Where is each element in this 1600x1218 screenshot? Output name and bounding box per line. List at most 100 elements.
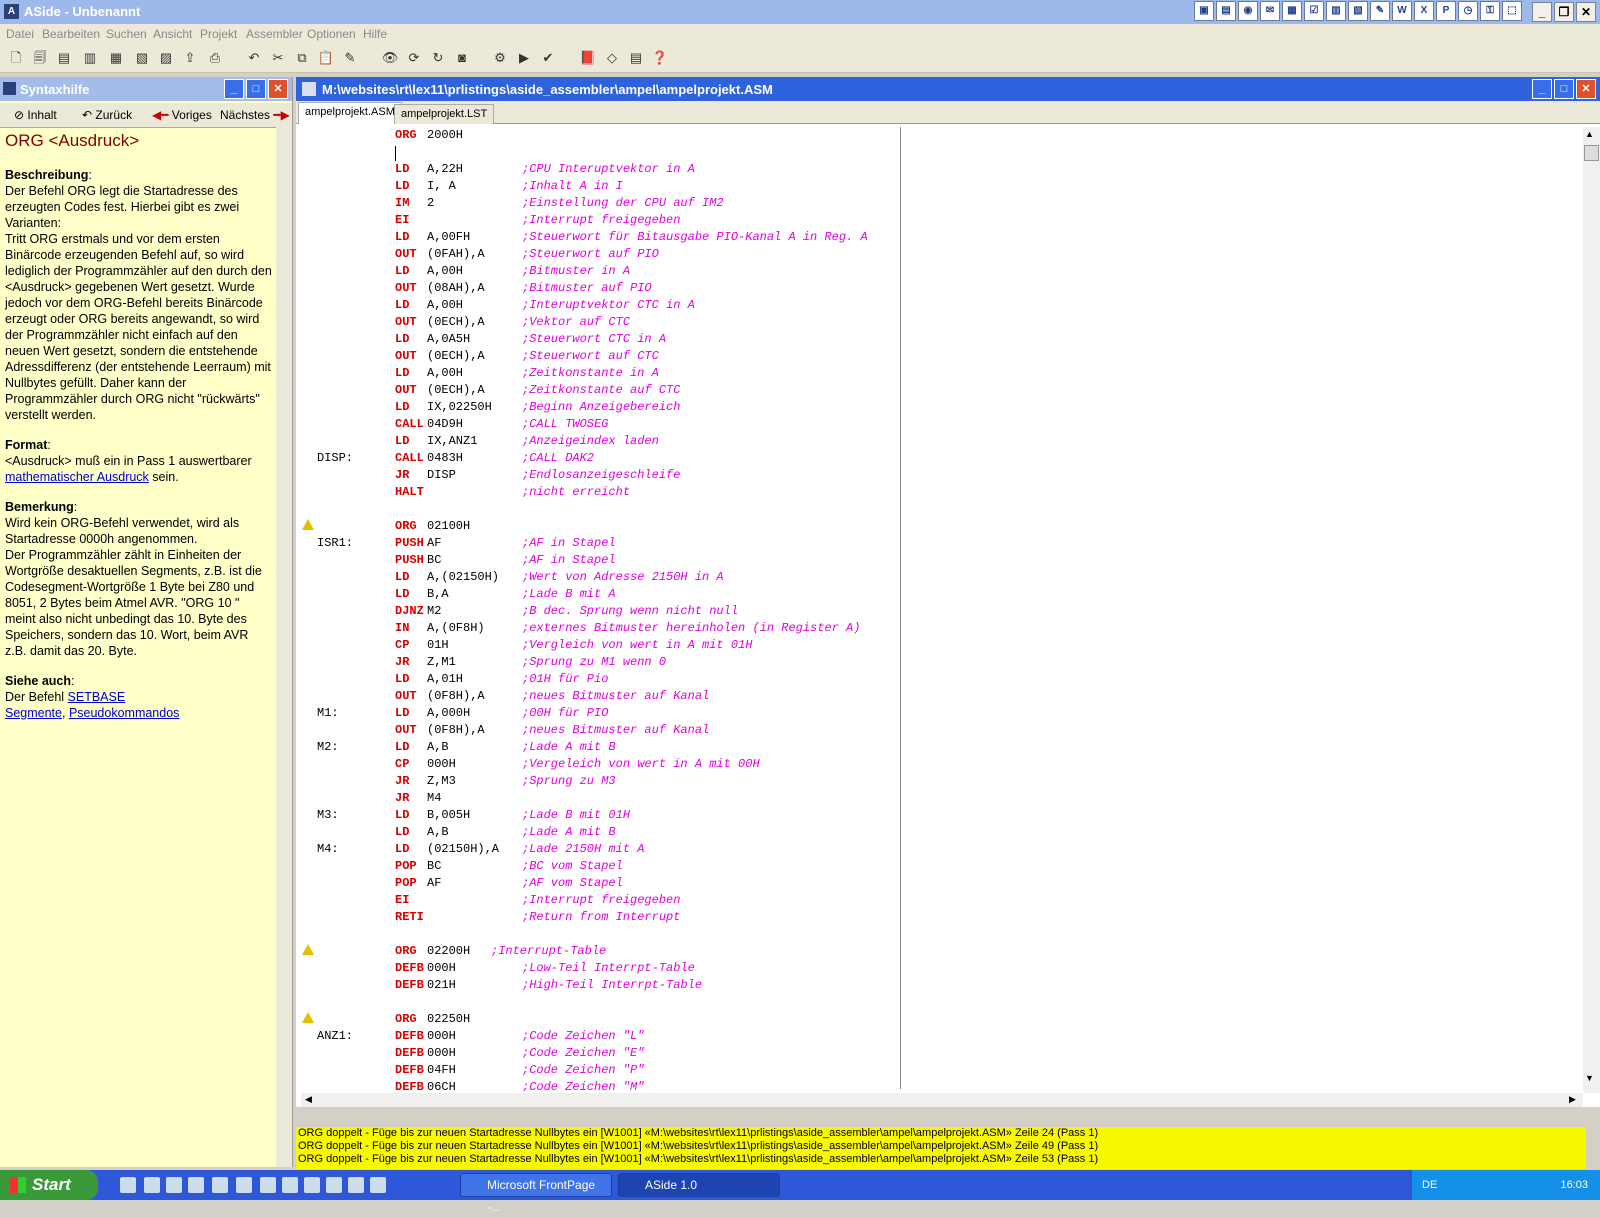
code-line[interactable]: DEFB 000H ;Low-Teil Interrpt-Table (301, 960, 1221, 977)
copy-icon[interactable]: ⧉ (292, 48, 312, 68)
warning-message[interactable]: ORG doppelt - Füge bis zur neuen Startad… (296, 1140, 1586, 1153)
new-file-icon[interactable]: 🗋 (6, 48, 26, 68)
quicklaunch-icon[interactable] (304, 1177, 320, 1193)
code-line[interactable]: EI ;Interrupt freigegeben (301, 212, 1221, 229)
code-line[interactable]: LD I, A ;Inhalt A in I (301, 178, 1221, 195)
warning-icon[interactable] (302, 1012, 314, 1023)
help-contents-button[interactable]: ⊘ Inhalt (14, 108, 57, 122)
help-index-icon[interactable]: ◇ (602, 48, 622, 68)
code-line[interactable]: ISR1: PUSH AF ;AF in Stapel (301, 535, 1221, 552)
quicklaunch-icon[interactable] (236, 1177, 252, 1193)
code-line[interactable]: POP AF ;AF vom Stapel (301, 875, 1221, 892)
code-line[interactable]: LD A,00H ;Bitmuster in A (301, 263, 1221, 280)
menu-projekt[interactable]: Projekt (200, 27, 237, 41)
quicklaunch-icon[interactable] (282, 1177, 298, 1193)
goto-icon[interactable]: ◙ (452, 48, 472, 68)
code-line[interactable] (301, 994, 1221, 1011)
code-line[interactable] (301, 926, 1221, 943)
code-line[interactable]: JR Z,M3 ;Sprung zu M3 (301, 773, 1221, 790)
code-line[interactable]: RETI ;Return from Interrupt (301, 909, 1221, 926)
help-close-button[interactable]: ✕ (268, 79, 288, 99)
print-icon[interactable]: ⎙ (205, 48, 225, 68)
quicklaunch-icon[interactable] (260, 1177, 276, 1193)
scroll-down-icon[interactable]: ▼ (1585, 1073, 1594, 1083)
editor-close-button[interactable]: ✕ (1576, 79, 1596, 99)
menu-optionen[interactable]: Optionen (307, 27, 356, 41)
code-line[interactable]: DEFB 021H ;High-Teil Interrpt-Table (301, 977, 1221, 994)
code-line[interactable]: ANZ1: DEFB 000H ;Code Zeichen "L" (301, 1028, 1221, 1045)
quick-app-icon[interactable]: ▥ (1326, 1, 1346, 21)
scroll-right-icon[interactable]: ▶ (1569, 1094, 1576, 1105)
warning-icon[interactable] (302, 944, 314, 955)
find-icon[interactable]: 👁 (380, 48, 400, 68)
project-open-icon[interactable]: ▦ (106, 48, 126, 68)
code-line[interactable]: LD A,22H ;CPU Interuptvektor in A (301, 161, 1221, 178)
code-line[interactable]: M4: LD (02150H),A ;Lade 2150H mit A (301, 841, 1221, 858)
math-expression-link[interactable]: mathematischer Ausdruck (5, 470, 149, 484)
code-line[interactable]: DJNZ M2 ;B dec. Sprung wenn nicht null (301, 603, 1221, 620)
code-line[interactable]: PUSH BC ;AF in Stapel (301, 552, 1221, 569)
assemble-icon[interactable]: ⚙ (490, 48, 510, 68)
editor-vertical-scrollbar[interactable]: ▲ ▼ (1583, 127, 1600, 1093)
quick-app-icon[interactable]: ◷ (1458, 1, 1478, 21)
help-scrollbar[interactable] (276, 127, 292, 1167)
firefox-icon[interactable] (166, 1177, 182, 1193)
code-line[interactable]: ORG 02250H (301, 1011, 1221, 1028)
code-line[interactable]: OUT (0ECH),A ;Zeitkonstante auf CTC (301, 382, 1221, 399)
menu-assembler[interactable]: Assembler (246, 27, 303, 41)
quick-app-icon[interactable]: ▣ (1194, 1, 1214, 21)
code-line[interactable]: LD IX,02250H ;Beginn Anzeigebereich (301, 399, 1221, 416)
code-line[interactable]: LD A,(02150H) ;Wert von Adresse 2150H in A (301, 569, 1221, 586)
scroll-thumb[interactable] (1584, 145, 1599, 161)
code-line[interactable]: CP 01H ;Vergleich von wert in A mit 01H (301, 637, 1221, 654)
help-back-button[interactable]: ↶ Zurück (82, 108, 132, 122)
quick-app-icon[interactable]: ▧ (1348, 1, 1368, 21)
help-prev-button[interactable]: ◀━ Voriges (152, 108, 212, 122)
warning-message[interactable]: ORG doppelt - Füge bis zur neuen Startad… (296, 1153, 1586, 1166)
code-line[interactable]: DEFB 04FH ;Code Zeichen "P" (301, 1062, 1221, 1079)
project-close-icon[interactable]: ▨ (156, 48, 176, 68)
run-icon[interactable]: ▶ (514, 48, 534, 68)
code-line[interactable]: HALT ;nicht erreicht (301, 484, 1221, 501)
code-line[interactable]: CP 000H ;Vergeleich von wert in A mit 00H (301, 756, 1221, 773)
quick-app-icon[interactable]: ✎ (1370, 1, 1390, 21)
menu-suchen[interactable]: Suchen (106, 27, 147, 41)
segmente-link[interactable]: Segmente (5, 706, 62, 720)
code-line[interactable]: LD A,00FH ;Steuerwort für Bitausgabe PIO-K… (301, 229, 1221, 246)
code-line[interactable]: M3: LD B,005H ;Lade B mit 01H (301, 807, 1221, 824)
quick-app-icon[interactable]: ⬚ (1502, 1, 1522, 21)
quicklaunch-icon[interactable] (188, 1177, 204, 1193)
quick-app-icon[interactable]: X (1414, 1, 1434, 21)
quick-app-icon[interactable]: ▦ (1282, 1, 1302, 21)
menu-ansicht[interactable]: Ansicht (153, 27, 192, 41)
code-line[interactable]: LD A,00H ;Interuptvektor CTC in A (301, 297, 1221, 314)
code-line[interactable]: JR DISP ;Endlosanzeigeschleife (301, 467, 1221, 484)
code-line[interactable]: LD A,B ;Lade A mit B (301, 824, 1221, 841)
menu-datei[interactable]: Datei (6, 27, 34, 41)
editor-minimize-button[interactable]: _ (1532, 79, 1552, 99)
menu-bearbeiten[interactable]: Bearbeiten (42, 27, 100, 41)
code-line[interactable]: IN A,(0F8H) ;externes Bitmuster hereinhole… (301, 620, 1221, 637)
minimize-button[interactable]: _ (1532, 2, 1552, 22)
start-button[interactable]: Start (0, 1170, 98, 1200)
quicklaunch-icon[interactable] (348, 1177, 364, 1193)
quick-app-icon[interactable]: ⚿ (1480, 1, 1500, 21)
editor-maximize-button[interactable]: □ (1554, 79, 1574, 99)
code-line[interactable]: CALL 04D9H ;CALL TWOSEG (301, 416, 1221, 433)
restore-button[interactable]: ❐ (1554, 2, 1574, 22)
code-line[interactable]: LD A,01H ;01H für Pio (301, 671, 1221, 688)
code-line[interactable]: LD A,0A5H ;Steuerwort CTC in A (301, 331, 1221, 348)
quicklaunch-icon[interactable] (120, 1177, 136, 1193)
save-icon[interactable]: ▤ (54, 48, 74, 68)
code-line[interactable]: ORG 02100H (301, 518, 1221, 535)
quicklaunch-icon[interactable] (144, 1177, 160, 1193)
quick-app-icon[interactable]: ✉ (1260, 1, 1280, 21)
scroll-up-icon[interactable]: ▲ (1585, 129, 1594, 139)
quick-app-icon[interactable]: ◉ (1238, 1, 1258, 21)
check-icon[interactable]: ✔ (538, 48, 558, 68)
quicklaunch-icon[interactable] (370, 1177, 386, 1193)
code-line[interactable]: DEFB 000H ;Code Zeichen "E" (301, 1045, 1221, 1062)
code-line[interactable]: EI ;Interrupt freigegeben (301, 892, 1221, 909)
code-line[interactable]: OUT (0FAH),A ;Steuerwort auf PIO (301, 246, 1221, 263)
task-aside[interactable]: ASide 1.0 (618, 1173, 780, 1197)
